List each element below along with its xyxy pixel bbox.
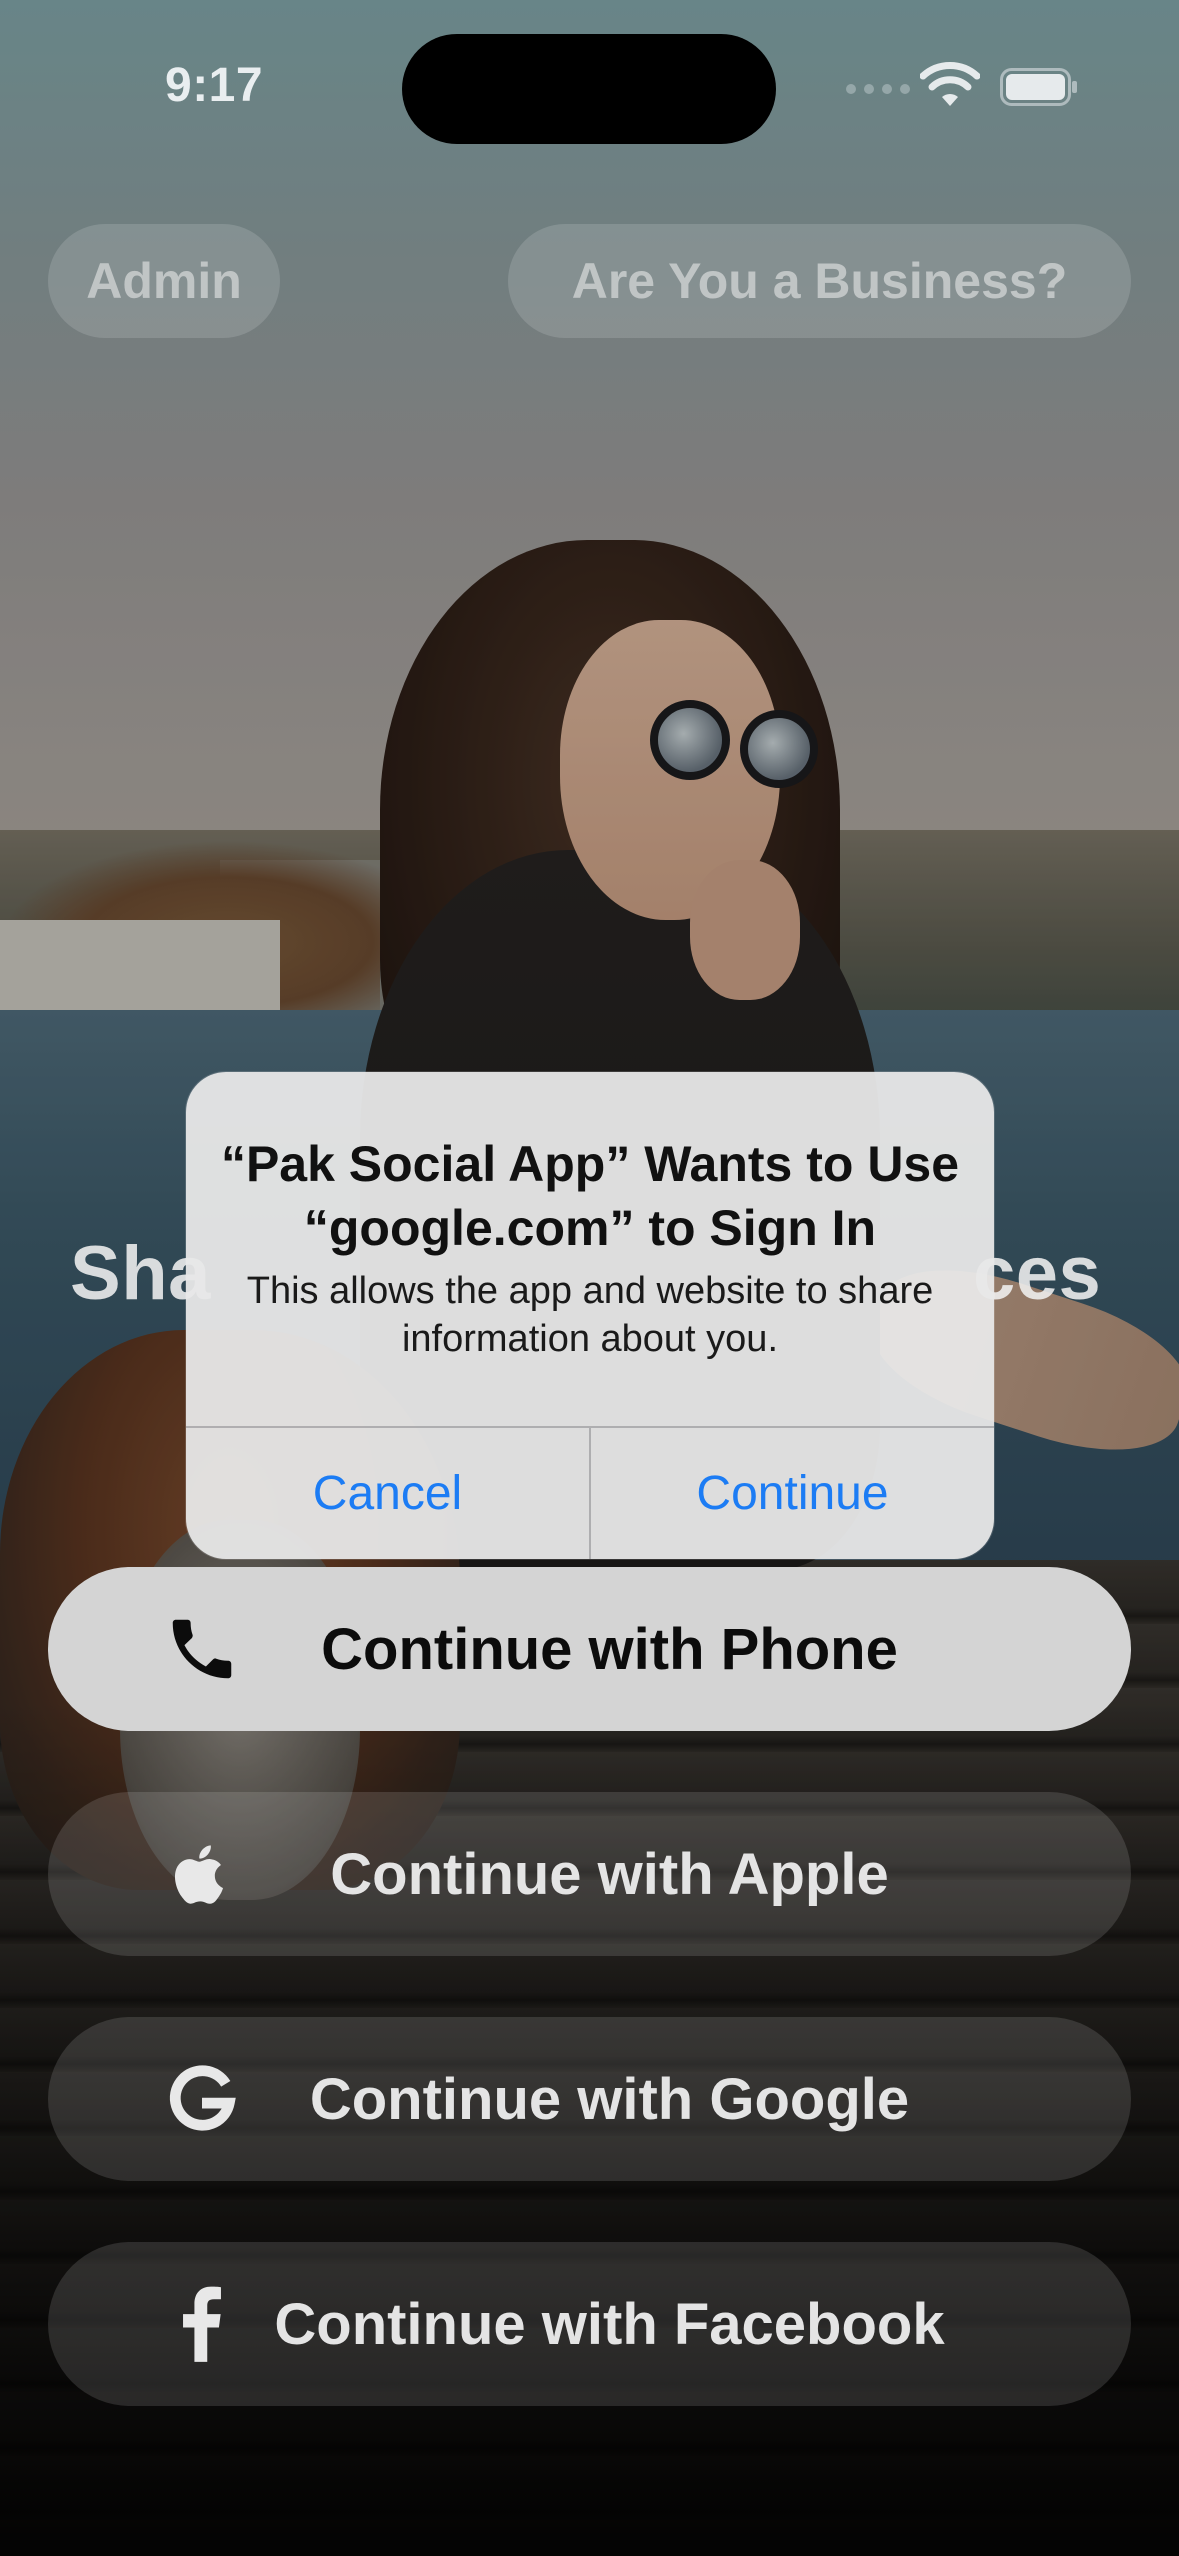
admin-button[interactable]: Admin	[48, 224, 280, 338]
continue-with-phone-button[interactable]: Continue with Phone	[48, 1567, 1131, 1731]
business-button[interactable]: Are You a Business?	[508, 224, 1131, 338]
sign-in-alert-dialog: “Pak Social App” Wants to Use “google.co…	[186, 1072, 994, 1559]
dynamic-island	[402, 34, 776, 144]
google-icon	[163, 2060, 241, 2138]
alert-title: “Pak Social App” Wants to Use “google.co…	[220, 1136, 960, 1256]
alert-cancel-button[interactable]: Cancel	[186, 1428, 589, 1559]
cellular-signal-icon	[846, 84, 910, 94]
alert-continue-button[interactable]: Continue	[591, 1428, 994, 1559]
status-time: 9:17	[165, 59, 264, 112]
alert-message: This allows the app and website to share…	[246, 1270, 934, 1360]
screen: 9:17 Admin Are You a Business? Sha ces C…	[0, 0, 1179, 2556]
continue-with-apple-button[interactable]: Continue with Apple	[48, 1792, 1131, 1956]
continue-with-google-button[interactable]: Continue with Google	[48, 2017, 1131, 2181]
facebook-icon	[163, 2285, 241, 2363]
apple-icon	[163, 1835, 241, 1913]
wifi-icon	[920, 62, 980, 106]
phone-icon	[163, 1610, 241, 1688]
continue-with-facebook-button[interactable]: Continue with Facebook	[48, 2242, 1131, 2406]
battery-icon	[1000, 68, 1077, 106]
